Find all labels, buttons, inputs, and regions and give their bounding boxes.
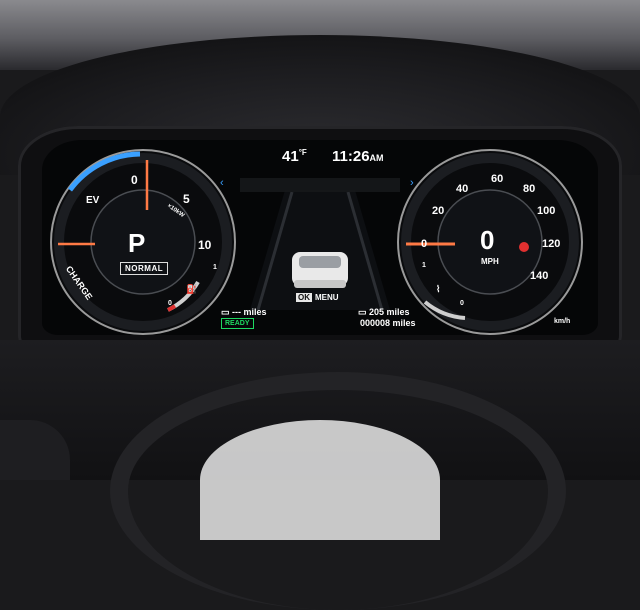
fuel-range-icon: ▭ [358,307,370,317]
ev-range: ▭ --- miles [221,307,267,318]
temp-value: 41 [282,148,299,165]
speed-tick-100: 100 [537,205,556,217]
speed-tick-40: 40 [456,183,469,195]
seatbelt-warning-icon [519,242,529,252]
power-tick-10: 10 [198,238,212,252]
temp-scale-cold: 0 [460,300,464,307]
power-tick-5: 5 [183,192,190,206]
speed-unit: MPH [481,257,499,266]
battery-icon: ▭ [221,307,233,317]
speed-tick-140: 140 [530,270,549,282]
menu-hint: OK MENU [296,293,339,302]
right-arrow-icon: › [410,177,414,189]
odometer: 000008 miles [360,318,416,328]
fuel-range: ▭ 205 miles [358,307,410,318]
menu-label: MENU [315,293,339,302]
speed-value: 0 [480,225,495,255]
coolant-temp-icon: ⌇ [436,284,441,294]
clock-ampm: AM [369,153,384,163]
speed-tick-20: 20 [432,205,445,217]
temp-unit: °F [298,148,307,157]
road-view [240,178,400,311]
speed-tick-80: 80 [523,183,536,195]
fuel-pump-icon: ⛽ [186,284,198,294]
ok-button-hint: OK [296,293,312,302]
ev-range-value: --- miles [232,307,267,317]
fuel-scale-empty: 0 [168,300,172,307]
clock: 11:26AM [332,148,384,165]
car-icon [292,252,348,288]
clock-time: 11:26 [332,148,370,165]
drive-mode-badge: NORMAL [120,262,169,275]
speed-tick-0: 0 [421,238,428,250]
speed-tick-60: 60 [491,173,504,185]
kmh-label: km/h [554,318,571,325]
outside-temperature: 41°F [282,148,307,165]
ev-zone-label: EV [86,195,100,206]
speed-tick-120: 120 [542,238,561,250]
power-tick-0: 0 [131,173,138,187]
fuel-scale-full: 1 [213,264,217,271]
temp-scale-hot: 1 [422,262,426,269]
gear-indicator: P [128,228,146,258]
steering-wheel-hub [200,420,440,540]
ready-indicator: READY [221,318,254,329]
fuel-range-value: 205 miles [369,307,410,317]
left-arrow-icon: ‹ [220,177,224,189]
